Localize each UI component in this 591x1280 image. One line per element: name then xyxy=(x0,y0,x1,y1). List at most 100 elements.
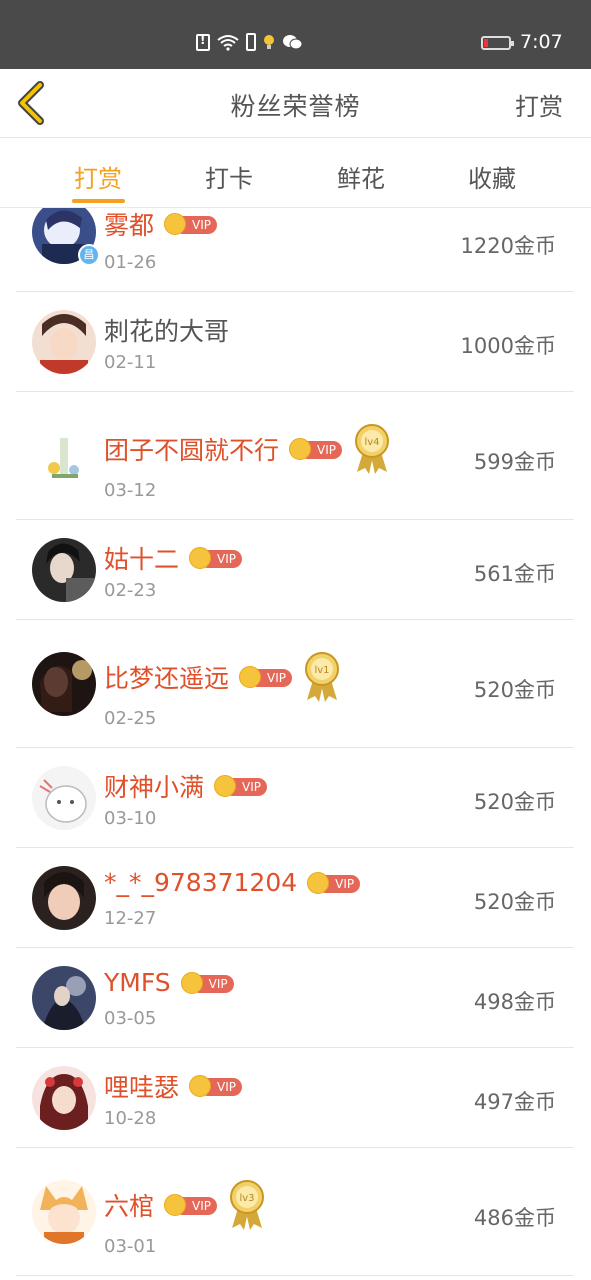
vip-badge: VIP xyxy=(189,547,243,569)
vip-badge: VIP xyxy=(289,438,343,460)
level-label: lv4 xyxy=(364,437,379,448)
phone-icon xyxy=(246,33,256,51)
name-line: 哩哇瑟 VIP xyxy=(104,1068,243,1104)
avatar[interactable] xyxy=(32,652,96,716)
avatar[interactable] xyxy=(32,866,96,930)
name-line: 团子不圆就不行 VIP lv4 xyxy=(104,424,391,474)
avatar[interactable] xyxy=(32,966,96,1030)
avatar-badge: 昌 xyxy=(78,244,100,266)
sim-alert-icon xyxy=(196,33,210,51)
vip-badge: VIP xyxy=(164,1194,218,1216)
coin-amount: 486金币 xyxy=(473,1206,556,1230)
active-tab-indicator xyxy=(72,199,125,203)
coin-amount: 1220金币 xyxy=(460,234,556,258)
name-line: 财神小满 VIP xyxy=(104,768,268,804)
level-medal-icon: lv4 xyxy=(355,424,390,474)
nav-bar: 粉丝荣誉榜 打赏 xyxy=(0,69,591,138)
list-item[interactable]: 比梦还遥远 VIP lv1 02-25 520金币 xyxy=(16,620,574,748)
coin-amount: 498金币 xyxy=(473,990,556,1014)
list-item[interactable]: *_*_978371204 VIP 12-27 520金币 xyxy=(16,848,574,948)
crown-icon xyxy=(164,1194,187,1216)
list-item[interactable]: 姑十二 VIP 02-23 561金币 xyxy=(16,520,574,620)
crown-icon xyxy=(307,871,330,894)
tab-bar: 打赏 打卡 鲜花 收藏 xyxy=(0,139,591,208)
fan-name[interactable]: *_*_978371204 xyxy=(104,868,297,897)
fan-date: 03-12 xyxy=(104,480,157,501)
vip-badge: VIP xyxy=(239,666,293,688)
coin-amount: 497金币 xyxy=(473,1090,556,1114)
fan-date: 02-23 xyxy=(104,580,157,601)
tab-checkin[interactable]: 打卡 xyxy=(184,159,274,194)
avatar[interactable] xyxy=(32,538,96,602)
tab-flowers[interactable]: 鲜花 xyxy=(316,159,406,194)
avatar[interactable] xyxy=(32,1066,96,1130)
name-line: *_*_978371204 VIP xyxy=(104,868,361,897)
level-label: lv1 xyxy=(314,665,329,676)
wifi-icon xyxy=(217,35,239,51)
coin-amount: 1000金币 xyxy=(460,334,556,358)
fan-name[interactable]: 姑十二 xyxy=(104,540,179,576)
level-label: lv3 xyxy=(239,1193,254,1204)
fan-date: 02-25 xyxy=(104,708,157,729)
vip-badge: VIP xyxy=(164,213,218,235)
coin-amount: 520金币 xyxy=(473,890,556,914)
fan-name[interactable]: 哩哇瑟 xyxy=(104,1068,179,1104)
list-item[interactable]: YMFS VIP 03-05 498金币 xyxy=(16,948,574,1048)
avatar[interactable] xyxy=(32,424,96,488)
name-line: 六棺 VIP lv3 xyxy=(104,1180,266,1230)
reward-button[interactable]: 打赏 xyxy=(515,87,563,122)
name-line: 姑十二 VIP xyxy=(104,540,243,576)
fan-date: 01-26 xyxy=(104,252,157,273)
page-title: 粉丝荣誉榜 xyxy=(230,92,361,121)
crown-icon xyxy=(189,1075,212,1097)
fan-date: 10-28 xyxy=(104,1108,157,1129)
list-item[interactable]: 哩哇瑟 VIP 10-28 497金币 xyxy=(16,1048,574,1148)
name-line: 雾都 VIP xyxy=(104,208,218,242)
fan-name[interactable]: 团子不圆就不行 xyxy=(104,431,279,467)
crown-icon xyxy=(180,971,203,994)
fan-date: 03-10 xyxy=(104,808,157,829)
wechat-icon xyxy=(283,35,302,50)
fan-date: 02-11 xyxy=(104,352,157,373)
list-item[interactable]: 团子不圆就不行 VIP lv4 03-12 599金币 xyxy=(16,392,574,520)
level-medal-icon: lv1 xyxy=(305,652,340,702)
coin-amount: 520金币 xyxy=(473,790,556,814)
crown-icon xyxy=(239,666,262,688)
crown-icon xyxy=(289,438,312,460)
avatar[interactable] xyxy=(32,1180,96,1244)
fan-name[interactable]: 六棺 xyxy=(104,1187,154,1223)
bulb-icon xyxy=(264,35,274,49)
tab-reward[interactable]: 打赏 xyxy=(53,159,143,194)
clock: 7:07 xyxy=(520,31,563,53)
vip-badge: VIP xyxy=(307,871,361,894)
crown-icon xyxy=(214,775,237,797)
fan-name[interactable]: 刺花的大哥 xyxy=(104,312,229,348)
name-line: YMFS VIP xyxy=(104,968,235,997)
list-item[interactable]: 昌 雾都 VIP 01-26 1220金币 xyxy=(16,208,574,292)
fan-date: 03-05 xyxy=(104,1008,157,1029)
fan-name[interactable]: 雾都 xyxy=(104,208,154,242)
fan-name[interactable]: YMFS xyxy=(104,968,171,997)
battery-icon xyxy=(481,36,514,50)
fan-list: 昌 雾都 VIP 01-26 1220金币 刺花的大哥 02-11 1000金币… xyxy=(0,208,591,1280)
fan-date: 03-01 xyxy=(104,1236,157,1257)
fan-name[interactable]: 财神小满 xyxy=(104,768,204,804)
tab-favorites[interactable]: 收藏 xyxy=(447,159,537,194)
avatar[interactable] xyxy=(32,766,96,830)
avatar[interactable] xyxy=(32,310,96,374)
status-icons xyxy=(196,33,302,51)
crown-icon xyxy=(189,547,212,569)
list-item[interactable]: 财神小满 VIP 03-10 520金币 xyxy=(16,748,574,848)
name-line: 刺花的大哥 xyxy=(104,312,229,348)
crown-icon xyxy=(164,213,187,235)
status-bar: 7:07 xyxy=(0,0,591,69)
coin-amount: 599金币 xyxy=(473,450,556,474)
vip-badge: VIP xyxy=(180,971,235,994)
list-item[interactable]: 六棺 VIP lv3 03-01 486金币 xyxy=(16,1148,574,1276)
list-item[interactable]: 刺花的大哥 02-11 1000金币 xyxy=(16,292,574,392)
level-medal-icon: lv3 xyxy=(230,1180,265,1230)
vip-badge: VIP xyxy=(189,1075,243,1097)
fan-name[interactable]: 比梦还遥远 xyxy=(104,659,229,695)
name-line: 比梦还遥远 VIP lv1 xyxy=(104,652,341,702)
coin-amount: 561金币 xyxy=(473,562,556,586)
